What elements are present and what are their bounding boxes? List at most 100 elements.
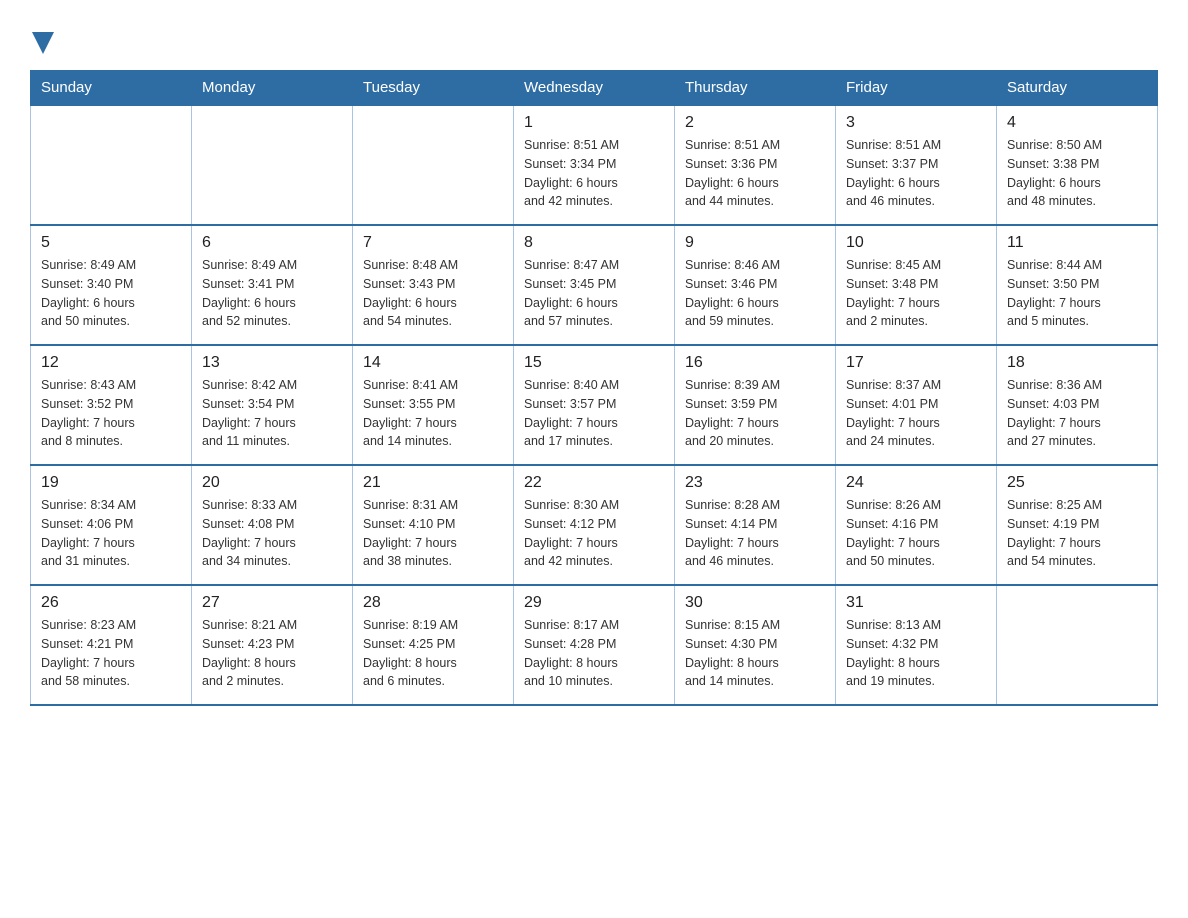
- day-info: Sunrise: 8:31 AM Sunset: 4:10 PM Dayligh…: [363, 496, 503, 571]
- calendar-day-header: Sunday: [31, 71, 192, 106]
- calendar-cell: [31, 105, 192, 225]
- day-number: 20: [202, 474, 342, 492]
- calendar-cell: 13 Sunrise: 8:42 AM Sunset: 3:54 PM Dayli…: [192, 345, 353, 465]
- day-number: 29: [524, 594, 664, 612]
- day-number: 19: [41, 474, 181, 492]
- day-number: 14: [363, 354, 503, 372]
- calendar-cell: 20 Sunrise: 8:33 AM Sunset: 4:08 PM Dayli…: [192, 465, 353, 585]
- day-info: Sunrise: 8:28 AM Sunset: 4:14 PM Dayligh…: [685, 496, 825, 571]
- day-info: Sunrise: 8:23 AM Sunset: 4:21 PM Dayligh…: [41, 616, 181, 691]
- day-number: 25: [1007, 474, 1147, 492]
- day-number: 30: [685, 594, 825, 612]
- day-info: Sunrise: 8:17 AM Sunset: 4:28 PM Dayligh…: [524, 616, 664, 691]
- day-number: 27: [202, 594, 342, 612]
- calendar-cell: 29 Sunrise: 8:17 AM Sunset: 4:28 PM Dayli…: [514, 585, 675, 705]
- day-number: 21: [363, 474, 503, 492]
- calendar-table: SundayMondayTuesdayWednesdayThursdayFrid…: [30, 70, 1158, 706]
- calendar-cell: [192, 105, 353, 225]
- day-info: Sunrise: 8:13 AM Sunset: 4:32 PM Dayligh…: [846, 616, 986, 691]
- day-info: Sunrise: 8:37 AM Sunset: 4:01 PM Dayligh…: [846, 376, 986, 451]
- day-info: Sunrise: 8:15 AM Sunset: 4:30 PM Dayligh…: [685, 616, 825, 691]
- calendar-day-header: Tuesday: [353, 71, 514, 106]
- calendar-header-row: SundayMondayTuesdayWednesdayThursdayFrid…: [31, 71, 1158, 106]
- calendar-cell: 9 Sunrise: 8:46 AM Sunset: 3:46 PM Daylig…: [675, 225, 836, 345]
- calendar-cell: 11 Sunrise: 8:44 AM Sunset: 3:50 PM Dayli…: [997, 225, 1158, 345]
- day-info: Sunrise: 8:51 AM Sunset: 3:37 PM Dayligh…: [846, 136, 986, 211]
- day-info: Sunrise: 8:19 AM Sunset: 4:25 PM Dayligh…: [363, 616, 503, 691]
- calendar-cell: 18 Sunrise: 8:36 AM Sunset: 4:03 PM Dayli…: [997, 345, 1158, 465]
- day-info: Sunrise: 8:48 AM Sunset: 3:43 PM Dayligh…: [363, 256, 503, 331]
- calendar-cell: 30 Sunrise: 8:15 AM Sunset: 4:30 PM Dayli…: [675, 585, 836, 705]
- calendar-cell: 25 Sunrise: 8:25 AM Sunset: 4:19 PM Dayli…: [997, 465, 1158, 585]
- logo: [30, 30, 54, 54]
- calendar-cell: [997, 585, 1158, 705]
- calendar-cell: 7Sunrise: 8:48 AM Sunset: 3:43 PM Daylig…: [353, 225, 514, 345]
- calendar-cell: 19Sunrise: 8:34 AM Sunset: 4:06 PM Dayli…: [31, 465, 192, 585]
- calendar-cell: 14 Sunrise: 8:41 AM Sunset: 3:55 PM Dayli…: [353, 345, 514, 465]
- calendar-week-row: 26Sunrise: 8:23 AM Sunset: 4:21 PM Dayli…: [31, 585, 1158, 705]
- day-number: 13: [202, 354, 342, 372]
- day-info: Sunrise: 8:50 AM Sunset: 3:38 PM Dayligh…: [1007, 136, 1147, 211]
- calendar-cell: [353, 105, 514, 225]
- day-number: 11: [1007, 234, 1147, 252]
- day-number: 5: [41, 234, 181, 252]
- day-info: Sunrise: 8:47 AM Sunset: 3:45 PM Dayligh…: [524, 256, 664, 331]
- day-number: 31: [846, 594, 986, 612]
- day-info: Sunrise: 8:25 AM Sunset: 4:19 PM Dayligh…: [1007, 496, 1147, 571]
- day-info: Sunrise: 8:46 AM Sunset: 3:46 PM Dayligh…: [685, 256, 825, 331]
- day-info: Sunrise: 8:49 AM Sunset: 3:41 PM Dayligh…: [202, 256, 342, 331]
- day-info: Sunrise: 8:45 AM Sunset: 3:48 PM Dayligh…: [846, 256, 986, 331]
- day-number: 3: [846, 114, 986, 132]
- calendar-day-header: Saturday: [997, 71, 1158, 106]
- day-number: 22: [524, 474, 664, 492]
- day-number: 4: [1007, 114, 1147, 132]
- calendar-cell: 4 Sunrise: 8:50 AM Sunset: 3:38 PM Daylig…: [997, 105, 1158, 225]
- page-header: [30, 20, 1158, 54]
- day-number: 12: [41, 354, 181, 372]
- day-number: 16: [685, 354, 825, 372]
- calendar-day-header: Wednesday: [514, 71, 675, 106]
- day-number: 18: [1007, 354, 1147, 372]
- calendar-day-header: Thursday: [675, 71, 836, 106]
- day-number: 9: [685, 234, 825, 252]
- day-info: Sunrise: 8:44 AM Sunset: 3:50 PM Dayligh…: [1007, 256, 1147, 331]
- day-info: Sunrise: 8:41 AM Sunset: 3:55 PM Dayligh…: [363, 376, 503, 451]
- calendar-week-row: 1Sunrise: 8:51 AM Sunset: 3:34 PM Daylig…: [31, 105, 1158, 225]
- day-info: Sunrise: 8:21 AM Sunset: 4:23 PM Dayligh…: [202, 616, 342, 691]
- day-number: 6: [202, 234, 342, 252]
- calendar-cell: 3 Sunrise: 8:51 AM Sunset: 3:37 PM Daylig…: [836, 105, 997, 225]
- calendar-cell: 6 Sunrise: 8:49 AM Sunset: 3:41 PM Daylig…: [192, 225, 353, 345]
- day-info: Sunrise: 8:39 AM Sunset: 3:59 PM Dayligh…: [685, 376, 825, 451]
- calendar-cell: 31 Sunrise: 8:13 AM Sunset: 4:32 PM Dayli…: [836, 585, 997, 705]
- calendar-week-row: 19Sunrise: 8:34 AM Sunset: 4:06 PM Dayli…: [31, 465, 1158, 585]
- calendar-week-row: 5Sunrise: 8:49 AM Sunset: 3:40 PM Daylig…: [31, 225, 1158, 345]
- day-info: Sunrise: 8:40 AM Sunset: 3:57 PM Dayligh…: [524, 376, 664, 451]
- day-info: Sunrise: 8:43 AM Sunset: 3:52 PM Dayligh…: [41, 376, 181, 451]
- day-number: 8: [524, 234, 664, 252]
- calendar-cell: 2 Sunrise: 8:51 AM Sunset: 3:36 PM Daylig…: [675, 105, 836, 225]
- calendar-cell: 12 Sunrise: 8:43 AM Sunset: 3:52 PM Dayli…: [31, 345, 192, 465]
- day-info: Sunrise: 8:51 AM Sunset: 3:34 PM Dayligh…: [524, 136, 664, 211]
- day-info: Sunrise: 8:42 AM Sunset: 3:54 PM Dayligh…: [202, 376, 342, 451]
- day-info: Sunrise: 8:26 AM Sunset: 4:16 PM Dayligh…: [846, 496, 986, 571]
- calendar-cell: 21 Sunrise: 8:31 AM Sunset: 4:10 PM Dayli…: [353, 465, 514, 585]
- calendar-cell: 5Sunrise: 8:49 AM Sunset: 3:40 PM Daylig…: [31, 225, 192, 345]
- day-info: Sunrise: 8:33 AM Sunset: 4:08 PM Dayligh…: [202, 496, 342, 571]
- calendar-day-header: Monday: [192, 71, 353, 106]
- day-number: 2: [685, 114, 825, 132]
- calendar-cell: 17 Sunrise: 8:37 AM Sunset: 4:01 PM Dayli…: [836, 345, 997, 465]
- calendar-cell: 16 Sunrise: 8:39 AM Sunset: 3:59 PM Dayli…: [675, 345, 836, 465]
- day-info: Sunrise: 8:36 AM Sunset: 4:03 PM Dayligh…: [1007, 376, 1147, 451]
- calendar-cell: 28Sunrise: 8:19 AM Sunset: 4:25 PM Dayli…: [353, 585, 514, 705]
- calendar-week-row: 12 Sunrise: 8:43 AM Sunset: 3:52 PM Dayli…: [31, 345, 1158, 465]
- calendar-cell: 27 Sunrise: 8:21 AM Sunset: 4:23 PM Dayli…: [192, 585, 353, 705]
- calendar-cell: 1Sunrise: 8:51 AM Sunset: 3:34 PM Daylig…: [514, 105, 675, 225]
- day-number: 24: [846, 474, 986, 492]
- day-info: Sunrise: 8:51 AM Sunset: 3:36 PM Dayligh…: [685, 136, 825, 211]
- calendar-cell: 23 Sunrise: 8:28 AM Sunset: 4:14 PM Dayli…: [675, 465, 836, 585]
- day-number: 17: [846, 354, 986, 372]
- calendar-cell: 24 Sunrise: 8:26 AM Sunset: 4:16 PM Dayli…: [836, 465, 997, 585]
- logo-triangle-icon: [32, 32, 54, 54]
- calendar-cell: 22Sunrise: 8:30 AM Sunset: 4:12 PM Dayli…: [514, 465, 675, 585]
- day-number: 23: [685, 474, 825, 492]
